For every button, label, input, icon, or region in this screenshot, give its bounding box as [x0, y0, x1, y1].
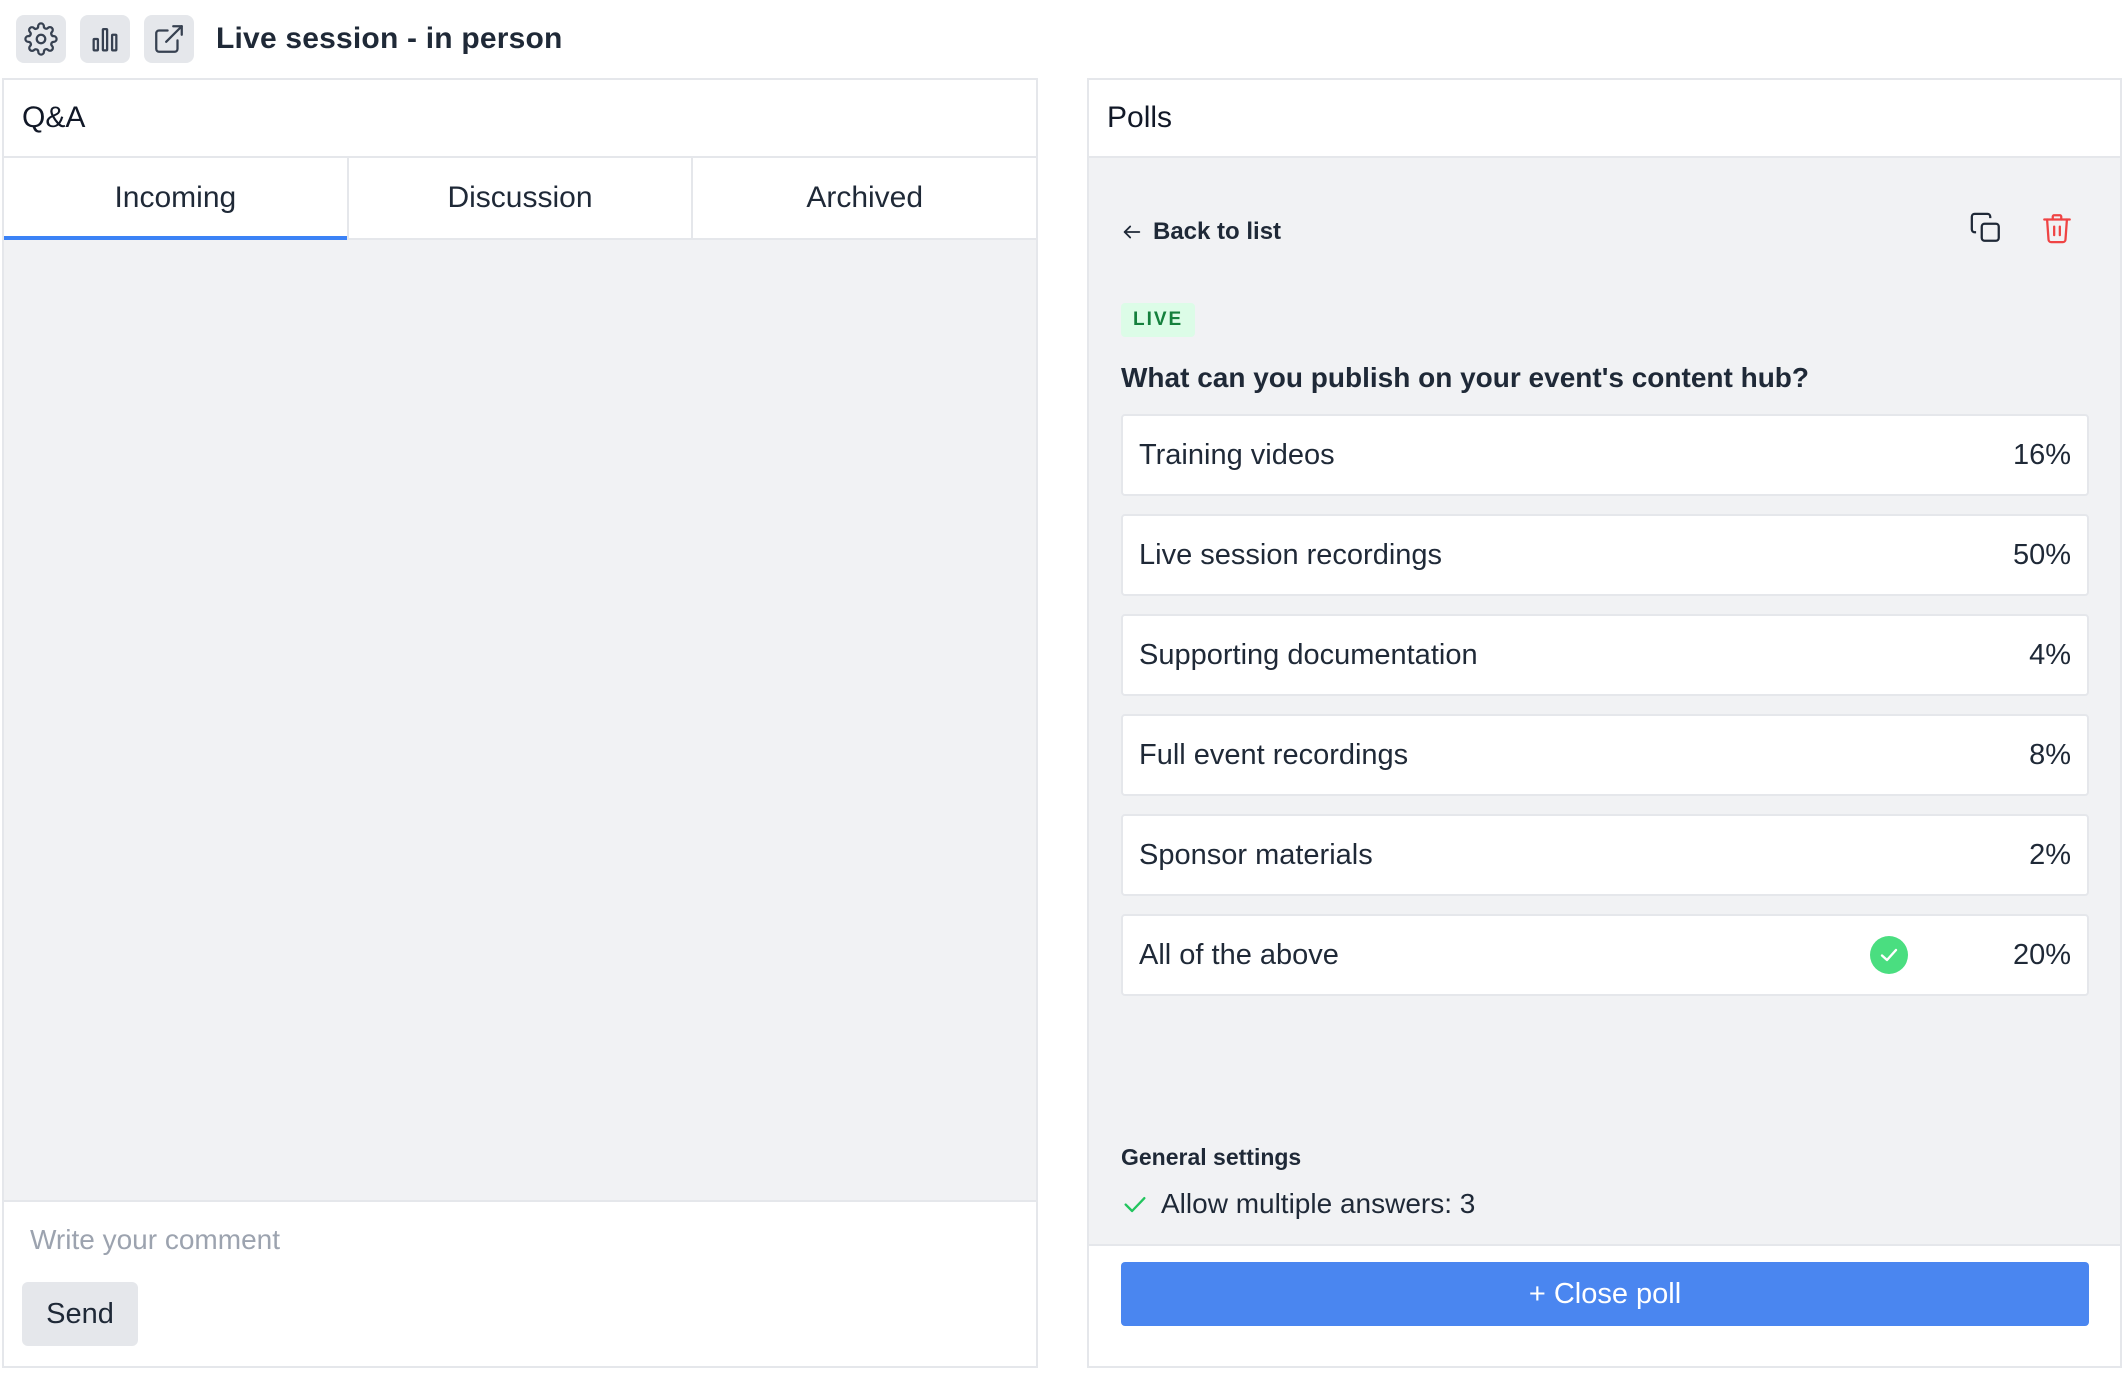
poll-option-label: All of the above	[1139, 938, 1339, 971]
poll-footer: + Close poll	[1089, 1244, 2120, 1366]
back-to-list-label: Back to list	[1153, 218, 1282, 245]
poll-option-label: Sponsor materials	[1139, 838, 1373, 871]
comment-composer: Send	[4, 1200, 1036, 1366]
poll-option-label: Training videos	[1139, 438, 1335, 471]
tab-discussion[interactable]: Discussion	[349, 158, 694, 238]
arrow-left-icon	[1123, 225, 1141, 239]
poll-options: Training videos 16% Live session recordi…	[1121, 414, 2089, 1014]
bar-chart-icon	[92, 27, 118, 52]
poll-option[interactable]: Live session recordings 50%	[1121, 514, 2089, 596]
poll-option-percent: 2%	[2029, 838, 2071, 871]
top-toolbar: Live session - in person	[0, 0, 2124, 78]
analytics-button[interactable]	[80, 15, 130, 63]
send-button[interactable]: Send	[22, 1282, 138, 1346]
poll-option[interactable]: Training videos 16%	[1121, 414, 2089, 496]
qa-tabs: Incoming Discussion Archived	[4, 158, 1036, 240]
duplicate-poll-button[interactable]	[1966, 208, 2006, 248]
page-title: Live session - in person	[216, 22, 563, 55]
polls-panel-title: Polls	[1089, 80, 2120, 158]
qa-panel-title: Q&A	[4, 80, 1036, 158]
poll-option-percent: 8%	[2029, 738, 2071, 771]
poll-question: What can you publish on your event's con…	[1121, 362, 1810, 393]
poll-option-percent: 4%	[2029, 638, 2071, 671]
settings-button[interactable]	[16, 15, 66, 63]
poll-option-label: Supporting documentation	[1139, 638, 1478, 671]
qa-panel: Q&A Incoming Discussion Archived Send	[2, 78, 1038, 1368]
check-icon	[1124, 1197, 1146, 1213]
back-to-list-link[interactable]: Back to list	[1121, 218, 1281, 246]
external-link-icon	[155, 25, 183, 53]
setting-allow-multiple: Allow multiple answers: 3	[1121, 1188, 1475, 1220]
tab-incoming[interactable]: Incoming	[4, 158, 349, 240]
polls-panel: Polls Back to list LIVE What can you pub…	[1087, 78, 2122, 1368]
status-badge: LIVE	[1121, 303, 1196, 337]
poll-detail: Back to list LIVE What can you publish o…	[1089, 158, 2120, 1248]
general-settings-heading: General settings	[1121, 1144, 1302, 1170]
trash-icon	[2043, 214, 2071, 244]
poll-option-label: Live session recordings	[1139, 538, 1443, 571]
setting-label: Allow multiple answers: 3	[1161, 1188, 1476, 1219]
gear-icon	[24, 22, 58, 56]
poll-option[interactable]: Supporting documentation 4%	[1121, 614, 2089, 696]
poll-option-percent: 16%	[2012, 438, 2071, 471]
comment-input[interactable]	[30, 1220, 990, 1260]
poll-option[interactable]: All of the above 20%	[1121, 914, 2089, 996]
poll-option-percent: 20%	[2012, 938, 2071, 971]
correct-answer-icon	[1870, 936, 1908, 974]
poll-option[interactable]: Full event recordings 8%	[1121, 714, 2089, 796]
copy-icon	[1970, 212, 2000, 242]
poll-option-percent: 50%	[2012, 538, 2071, 571]
delete-poll-button[interactable]	[2037, 208, 2077, 248]
poll-option-label: Full event recordings	[1139, 738, 1409, 771]
open-external-button[interactable]	[144, 15, 194, 63]
tab-archived[interactable]: Archived	[693, 158, 1036, 238]
close-poll-button[interactable]: + Close poll	[1121, 1262, 2089, 1326]
qa-message-list	[4, 240, 1036, 1204]
poll-option[interactable]: Sponsor materials 2%	[1121, 814, 2089, 896]
